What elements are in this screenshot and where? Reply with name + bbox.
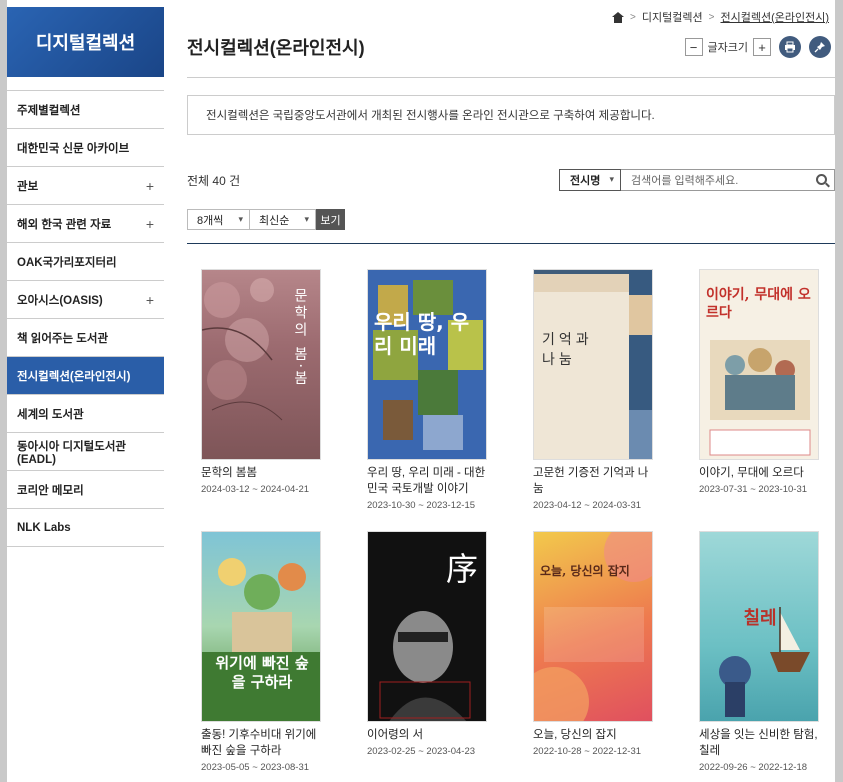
main-content: > 디지털컬렉션 > 전시컬렉션(온라인전시) 전시컬렉션(온라인전시) − 글… [165,0,835,782]
sidebar-logo[interactable]: 디지털컬렉션 [7,7,164,77]
sidebar-item-gazette[interactable]: 관보 + [7,167,164,205]
exhibit-title[interactable]: 출동! 기후수비대 위기에 빠진 숲을 구하라 [201,727,325,759]
exhibit-dates: 2022-10-28 ~ 2022-12-31 [533,746,642,757]
exhibit-card[interactable]: 문학의 봄·봄 문학의 봄봄 2024-03-12 ~ 2024-04-21 [187,269,337,495]
sidebar-item-topic-collection[interactable]: 주제별컬렉션 [7,91,164,129]
search-field-select[interactable]: 전시명 [559,169,621,191]
exhibit-title[interactable]: 오늘, 당신의 잡지 [533,727,657,743]
exhibit-title[interactable]: 문학의 봄봄 [201,465,325,481]
exhibit-title[interactable]: 이어령의 서 [367,727,491,743]
expand-icon[interactable]: + [146,216,154,232]
sidebar-item-newspaper-archive[interactable]: 대한민국 신문 아카이브 [7,129,164,167]
font-size-label: 글자크기 [707,42,748,54]
exhibit-poster[interactable]: 우리 땅, 우리 미래 [367,269,487,460]
total-count: 전체 40 건 [187,174,241,188]
font-increase-button[interactable]: + [753,38,771,56]
home-icon[interactable] [612,11,625,23]
title-divider [187,77,835,78]
exhibit-card[interactable]: 위기에 빠진 숲을 구하라 출동! 기후수비대 위기에 빠진 숲을 구하라 20… [187,531,337,773]
exhibit-card[interactable]: 이야기, 무대에 오르다 이야기, 무대에 오르다 2023-07-31 ~ 2… [685,269,835,495]
forest-graphic [202,558,320,721]
exhibit-card[interactable]: 칠레 세상을 잇는 신비한 탐험, 칠레 2022-09-26 ~ 2022-1… [685,531,835,773]
search-placeholder: 검색어를 입력해주세요. [631,175,739,187]
exhibit-title[interactable]: 우리 땅, 우리 미래 - 대한민국 국토개발 이야기 [367,465,491,497]
exhibit-poster[interactable]: 오늘, 당신의 잡지 [533,531,653,722]
exhibit-poster[interactable]: 기억과 나눔 [533,269,653,460]
pin-icon [814,42,825,53]
per-page-select[interactable]: 8개씩 [187,209,250,230]
poster-title: 칠레 [743,608,777,629]
sidebar-item-exhibition[interactable]: 전시컬렉션(온라인전시) [7,357,164,395]
expand-icon[interactable]: + [146,292,154,308]
poster-title: 序 [446,550,479,588]
exhibit-card[interactable]: 오늘, 당신의 잡지 오늘, 당신의 잡지 2022-10-28 ~ 2022-… [519,531,669,757]
sidebar-item-world-library[interactable]: 세계의 도서관 [7,395,164,433]
exhibit-card[interactable]: 기억과 나눔 고문헌 기증전 기억과 나눔 2023-04-12 ~ 2024-… [519,269,669,511]
font-decrease-button[interactable]: − [684,38,703,56]
sidebar-menu: 주제별컬렉션 대한민국 신문 아카이브 관보 + 해외 한국 관련 자료 + OAK… [7,90,164,547]
exhibit-dates: 2023-02-25 ~ 2023-04-23 [367,746,476,757]
sort-select[interactable]: 최신순 [250,209,316,230]
exhibit-dates: 2023-07-31 ~ 2023-10-31 [699,484,808,495]
poster-title: 우리 땅, 우리 미래 [374,310,470,358]
exhibit-card[interactable]: 序 이어령의 서 2023-02-25 ~ 2023-04-23 [353,531,503,757]
exhibit-dates: 2022-09-26 ~ 2022-12-18 [699,762,808,773]
breadcrumb: > 디지털컬렉션 > 전시컬렉션(온라인전시) [612,9,829,25]
sidebar-item-korean-memory[interactable]: 코리안 메모리 [7,471,164,509]
exhibit-title[interactable]: 세상을 잇는 신비한 탐험, 칠레 [699,727,823,759]
breadcrumb-current[interactable]: 전시컬렉션(온라인전시) [720,9,829,25]
exhibit-dates: 2023-10-30 ~ 2023-12-15 [367,500,476,511]
expand-icon[interactable]: + [146,178,154,194]
mosaic-graphic [368,270,486,459]
exhibit-dates: 2023-04-12 ~ 2024-03-31 [533,500,642,511]
poster-title: 위기에 빠진 숲을 구하라 [215,654,309,691]
print-button[interactable] [779,36,801,58]
view-button[interactable]: 보기 [316,209,345,230]
poster-title: 문학의 봄·봄 [292,288,308,388]
exhibit-poster[interactable]: 문학의 봄·봄 [201,269,321,460]
exhibit-card[interactable]: 우리 땅, 우리 미래 우리 땅, 우리 미래 - 대한민국 국토개발 이야기 … [353,269,503,511]
search-input[interactable]: 검색어를 입력해주세요. [621,169,835,191]
exhibit-dates: 2024-03-12 ~ 2024-04-21 [201,484,310,495]
breadcrumb-separator: > [630,11,636,23]
sidebar-item-eadl[interactable]: 동아시아 디지털도서관(EADL) [7,433,164,471]
exhibit-title[interactable]: 이야기, 무대에 오르다 [699,465,823,481]
exhibit-poster[interactable]: 위기에 빠진 숲을 구하라 [201,531,321,722]
share-button[interactable] [809,36,831,58]
list-filters: 8개씩 최신순 보기 [187,209,345,230]
page-frame: 디지털컬렉션 주제별컬렉션 대한민국 신문 아카이브 관보 + 해외 한국 관련 … [7,0,835,782]
sidebar-item-oak[interactable]: OAK국가리포지터리 [7,243,164,281]
breadcrumb-separator: > [708,11,715,23]
sidebar: 디지털컬렉션 주제별컬렉션 대한민국 신문 아카이브 관보 + 해외 한국 관련 … [7,0,165,782]
sidebar-item-oasis[interactable]: 오아시스(OASIS) + [7,281,164,319]
poster-title: 기억과 나눔 [542,332,593,368]
sidebar-item-audiobook[interactable]: 책 읽어주는 도서관 [7,319,164,357]
abstract-graphic [534,532,652,721]
exhibit-poster[interactable]: 이야기, 무대에 오르다 [699,269,819,460]
page-title: 전시컬렉션(온라인전시) [187,38,365,58]
breadcrumb-item[interactable]: 디지털컬렉션 [642,9,703,25]
sidebar-item-overseas-korea[interactable]: 해외 한국 관련 자료 + [7,205,164,243]
search-bar: 전시명 검색어를 입력해주세요. [559,169,835,191]
list-divider [187,243,835,244]
exhibit-title[interactable]: 고문헌 기증전 기억과 나눔 [533,465,657,497]
search-icon[interactable] [816,174,827,185]
exhibit-dates: 2023-05-05 ~ 2023-08-31 [201,762,310,773]
print-icon [785,41,795,53]
page-tools: − 글자크기 + [684,36,831,58]
exhibit-poster[interactable]: 칠레 [699,531,819,722]
notice-box: 전시컬렉션은 국립중앙도서관에서 개최된 전시행사를 온라인 전시관으로 구축하… [187,95,835,135]
exhibit-poster[interactable]: 序 [367,531,487,722]
sidebar-item-nlk-labs[interactable]: NLK Labs [7,509,164,547]
poster-title: 이야기, 무대에 오르다 [706,287,811,321]
poster-title: 오늘, 당신의 잡지 [540,564,630,578]
